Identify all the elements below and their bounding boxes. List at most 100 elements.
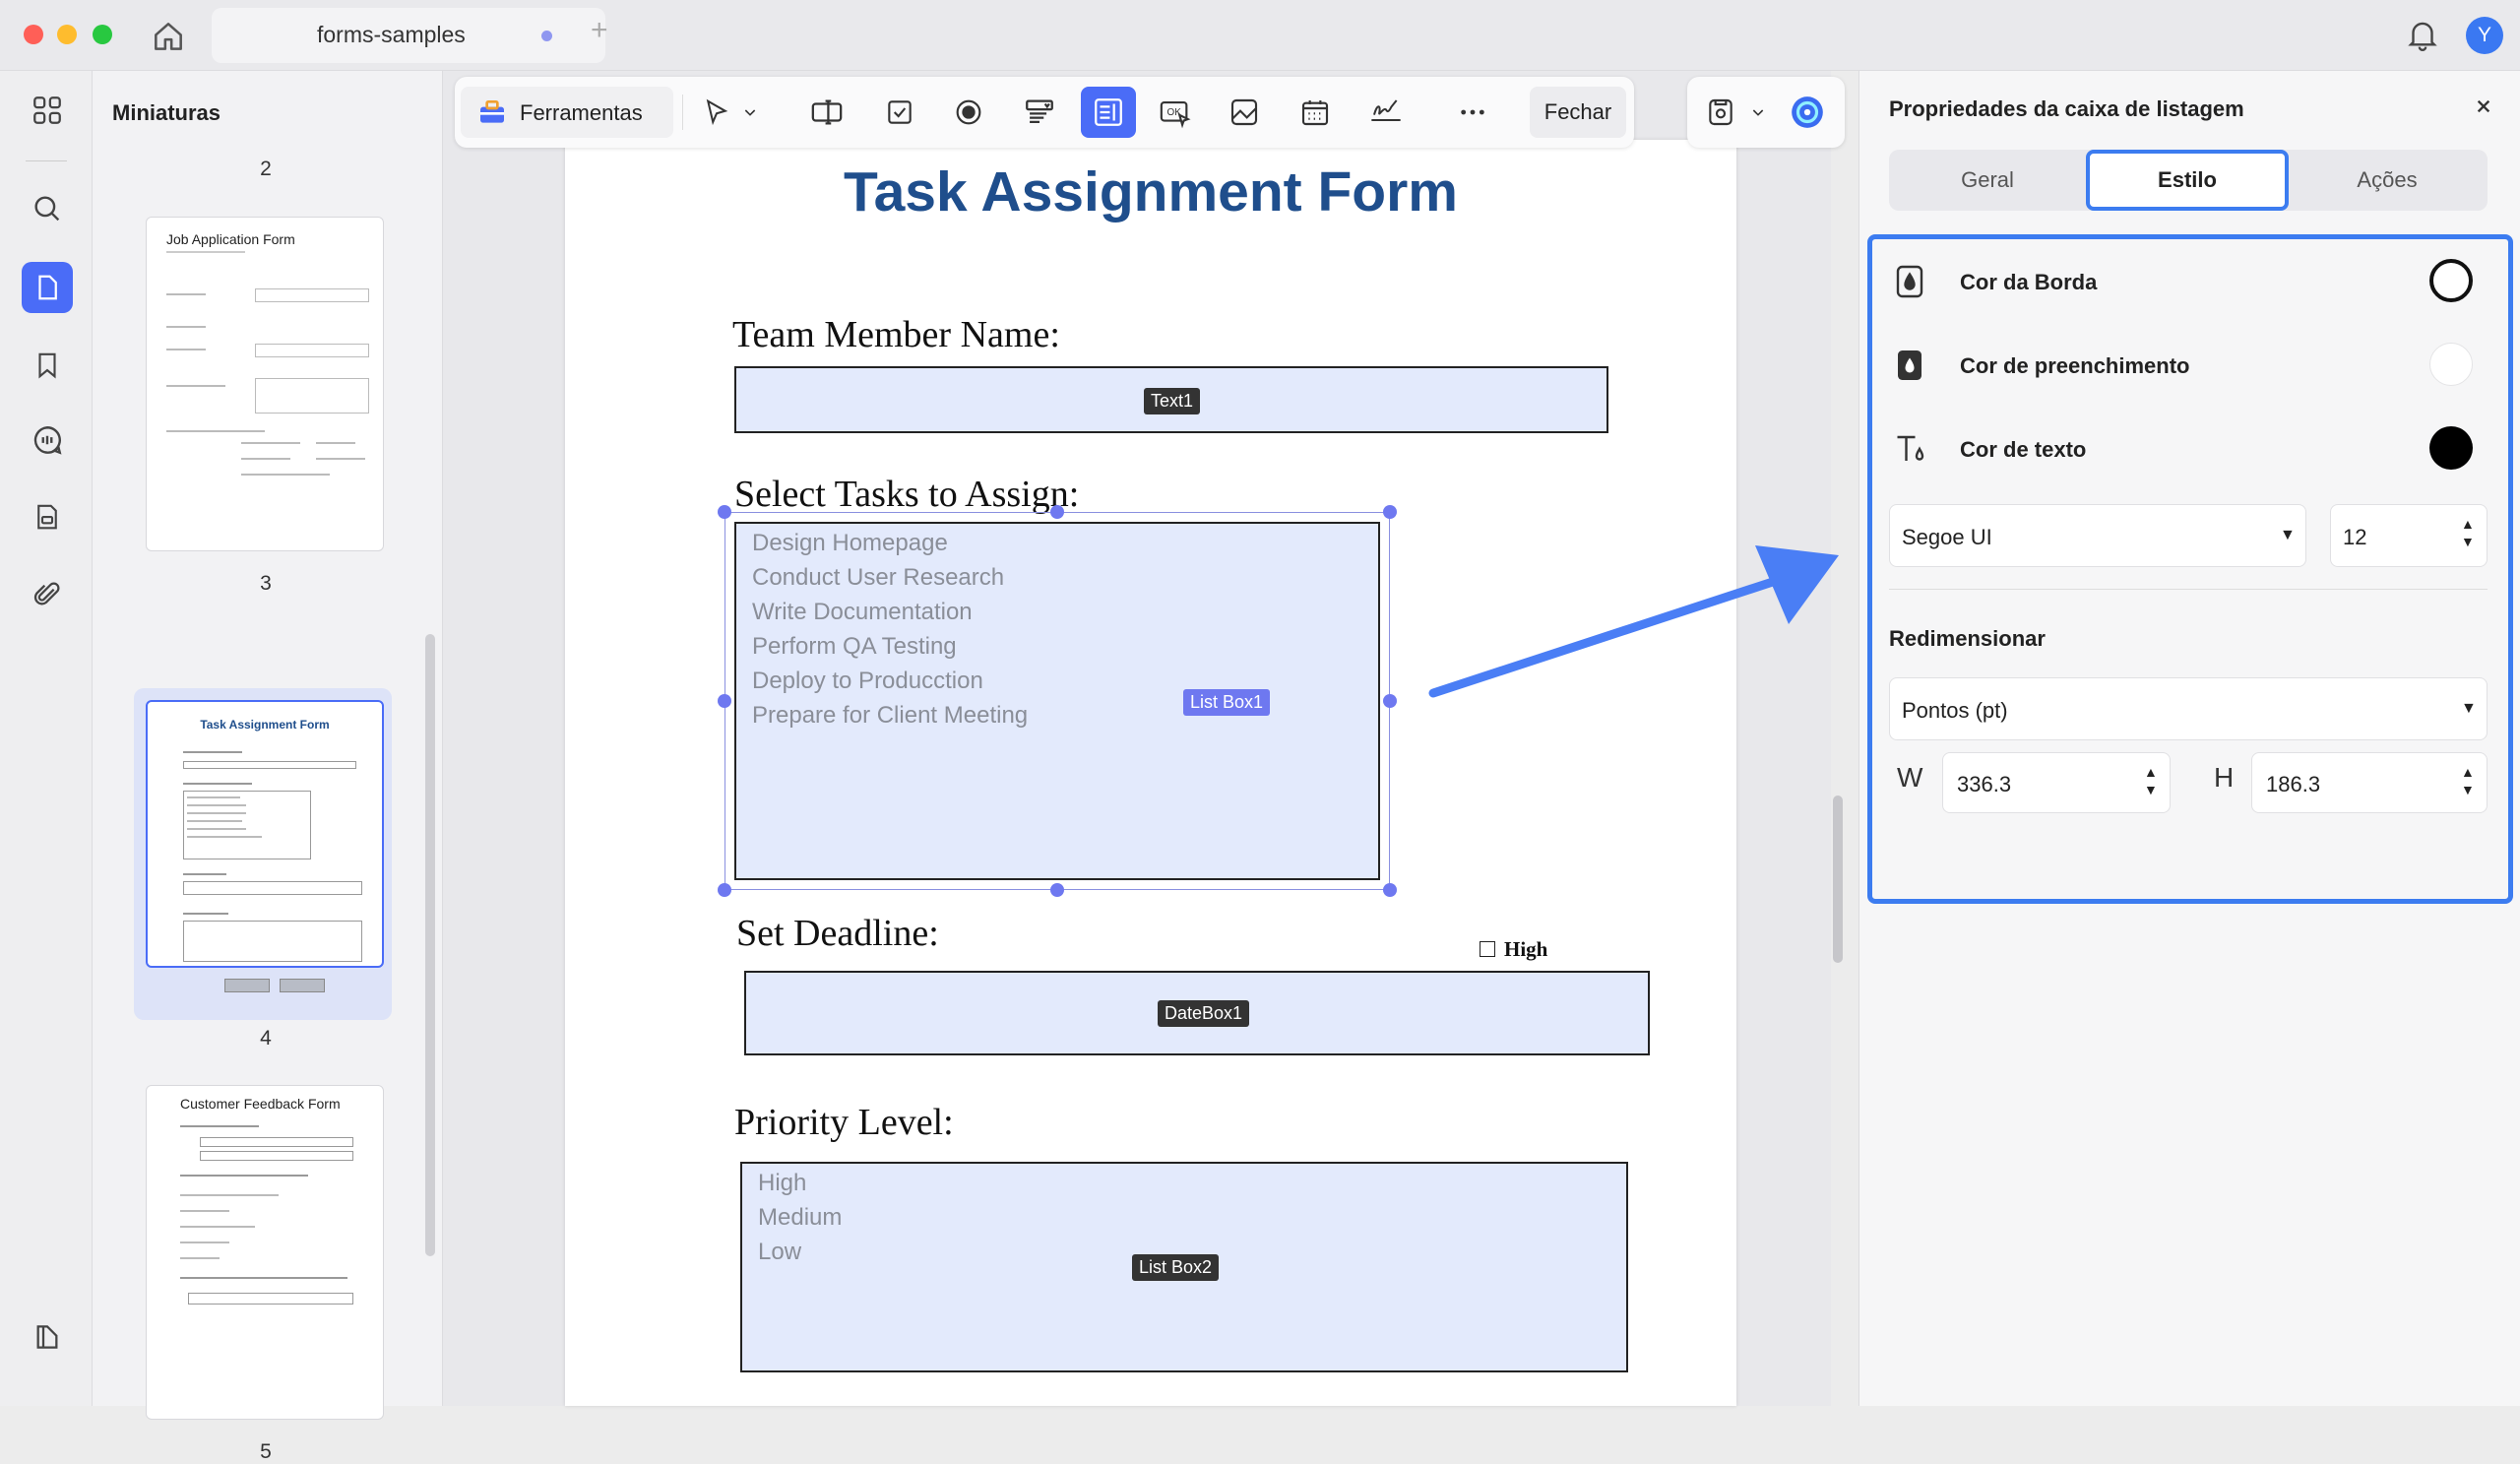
page-number: 4 [260,1027,272,1050]
list-item[interactable]: Deploy to Producction [752,664,1028,698]
border-color-icon [1895,264,1924,299]
select-pointer-icon[interactable] [697,93,736,132]
tab-style[interactable]: Estilo [2086,150,2289,211]
attachment-icon[interactable] [28,575,67,614]
arrow-annotation [1428,545,1839,698]
list-item[interactable]: Design Homepage [752,526,1028,560]
date-field-tool-icon[interactable] [1295,93,1335,132]
text-field-tool-icon[interactable] [807,93,847,132]
stepper-arrows-icon[interactable]: ▲ ▼ [2461,515,2475,550]
search-icon[interactable] [28,189,67,228]
fill-color-swatch[interactable] [2429,343,2473,386]
tools-button[interactable]: Ferramentas [461,87,673,138]
list-item[interactable]: Write Documentation [752,595,1028,629]
chevron-down-icon[interactable] [740,93,760,132]
form-title: Task Assignment Form [844,160,1458,223]
page-number: 5 [260,1440,272,1463]
resize-handle[interactable] [718,694,731,708]
chevron-down-icon[interactable] [1748,93,1768,132]
combo-box-tool-icon[interactable] [1020,93,1059,132]
button-tool-icon[interactable]: OK [1156,93,1195,132]
stepper-arrows-icon[interactable]: ▲ ▼ [2144,763,2158,798]
list-item[interactable]: Low [758,1235,842,1269]
fill-color-icon [1895,348,1924,383]
apps-grid-icon[interactable] [28,91,67,130]
list-item[interactable]: Perform QA Testing [752,629,1028,664]
high-checkbox[interactable] [1480,941,1495,957]
datebox1-field[interactable]: DateBox1 [744,971,1650,1055]
resize-handle[interactable] [718,883,731,897]
resize-handle[interactable] [1383,883,1397,897]
avatar[interactable]: Y [2466,17,2503,54]
high-checkbox-label: High [1504,937,1548,961]
close-icon[interactable] [2468,91,2499,122]
list-box-tool-icon[interactable] [1081,87,1136,138]
resize-handle[interactable] [1383,505,1397,519]
resize-handle[interactable] [1050,883,1064,897]
listbox1-field[interactable]: Design Homepage Conduct User Research Wr… [734,522,1380,880]
canvas-scrollbar[interactable] [1833,796,1843,963]
border-color-label: Cor da Borda [1960,270,2098,294]
tab-actions[interactable]: Ações [2289,154,2486,207]
border-color-swatch[interactable] [2429,259,2473,302]
stepper-arrows-icon[interactable]: ▲ ▼ [2461,763,2475,798]
unsaved-dot-icon [541,31,552,41]
more-options-icon[interactable] [1453,93,1492,132]
resize-handle[interactable] [1050,505,1064,519]
height-input[interactable]: 186.3 ▲ ▼ [2251,752,2488,813]
text-color-swatch[interactable] [2429,426,2473,470]
font-family-select[interactable]: Segoe UI ▼ [1889,504,2306,567]
signature-tool-icon[interactable] [1366,93,1406,132]
list-item[interactable]: Medium [758,1200,842,1235]
save-icon[interactable] [1701,93,1740,132]
field-tag: DateBox1 [1158,1000,1250,1027]
caret-down-icon: ▼ [2461,700,2477,717]
field-tag: Text1 [1144,388,1201,414]
resize-handle[interactable] [1383,694,1397,708]
unit-select[interactable]: Pontos (pt) ▼ [1889,677,2488,740]
ai-assistant-icon[interactable] [1788,93,1827,132]
list-item[interactable]: Conduct User Research [752,560,1028,595]
zoom-window-button[interactable] [93,25,112,44]
minimize-window-button[interactable] [57,25,77,44]
text-color-icon [1893,431,1928,467]
bookmark-icon[interactable] [28,346,67,385]
team-member-label: Team Member Name: [732,314,1060,355]
document-tab[interactable]: forms-samples [212,8,605,63]
deadline-label: Set Deadline: [736,913,939,954]
page-thumbnail-5[interactable]: Customer Feedback Form [146,1085,384,1420]
checkbox-tool-icon[interactable] [880,93,919,132]
font-size-stepper[interactable]: 12 ▲ ▼ [2330,504,2488,567]
priority-options: High Medium Low [758,1166,842,1269]
radio-button-tool-icon[interactable] [949,93,988,132]
page-number: 2 [260,158,272,180]
listbox2-field[interactable]: High Medium Low List Box2 [740,1162,1628,1372]
form-fields-icon[interactable] [28,497,67,537]
thumbnails-scrollbar[interactable] [425,634,435,1256]
page-thumbnail-3[interactable]: Job Application Form [146,217,384,551]
thumbnails-panel-icon[interactable] [22,262,73,313]
home-icon[interactable] [150,18,187,55]
properties-panel: Propriedades da caixa de listagem Geral … [1858,71,2520,1406]
new-tab-icon[interactable]: + [591,14,608,47]
caret-down-icon: ▼ [2280,527,2296,543]
page-thumbnail-4[interactable]: Task Assignment Form [146,700,384,968]
tab-general[interactable]: Geral [1889,154,2086,207]
form-toolbar: Ferramentas OK Fechar [455,77,1634,148]
panel-tabs: Geral Estilo Ações [1889,150,2488,211]
close-window-button[interactable] [24,25,43,44]
close-forms-button[interactable]: Fechar [1530,87,1626,138]
toolbox-icon [476,96,508,128]
list-item[interactable]: High [758,1166,842,1200]
list-item[interactable]: Prepare for Client Meeting [752,698,1028,732]
width-input[interactable]: 336.3 ▲ ▼ [1942,752,2171,813]
sidebar-toggle-icon[interactable] [28,1317,67,1357]
image-field-tool-icon[interactable] [1225,93,1264,132]
resize-handle[interactable] [718,505,731,519]
thumbnail-title: Customer Feedback Form [180,1096,341,1112]
pdf-page: Task Assignment Form Team Member Name: T… [565,140,1736,1406]
task-options: Design Homepage Conduct User Research Wr… [752,526,1028,732]
bell-icon[interactable] [2404,16,2441,53]
comment-icon[interactable] [28,420,67,460]
text1-field[interactable]: Text1 [734,366,1608,433]
